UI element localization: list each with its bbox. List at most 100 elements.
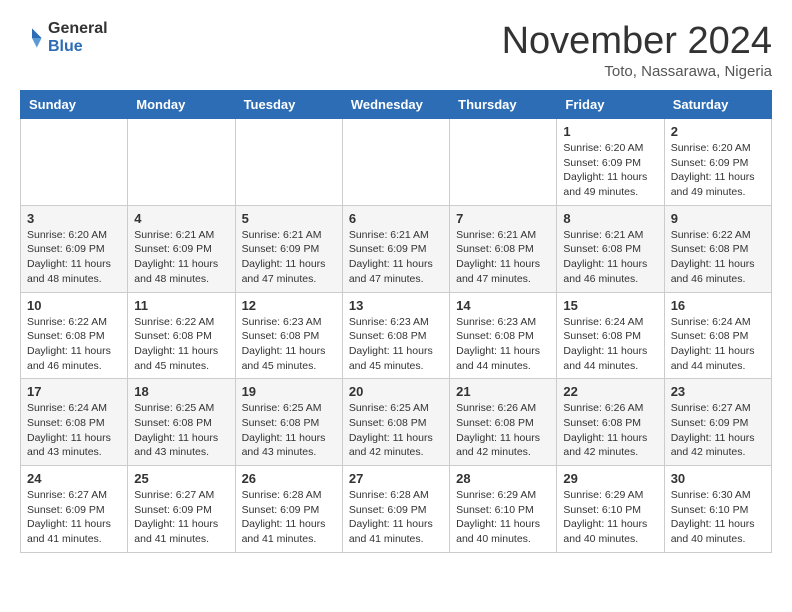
day-number: 30 [671,471,765,486]
day-number: 27 [349,471,443,486]
day-cell: 21Sunrise: 6:26 AM Sunset: 6:08 PM Dayli… [450,379,557,466]
day-cell: 10 Sunrise: 6:22 AM Sunset: 6:08 PM Dayli… [21,292,128,379]
day-cell: 14 Sunrise: 6:23 AM Sunset: 6:08 PM Dayli… [450,292,557,379]
day-number: 10 [27,298,121,313]
day-cell [21,119,128,206]
day-number: 14 [456,298,550,313]
day-info: Sunrise: 6:24 AM Sunset: 6:08 PM Dayligh… [671,315,765,374]
day-cell: 26 Sunrise: 6:28 AM Sunset: 6:09 PM Dayli… [235,466,342,553]
day-info: Sunrise: 6:22 AM Sunset: 6:08 PM Dayligh… [671,228,765,287]
day-cell: 27 Sunrise: 6:28 AM Sunset: 6:09 PM Dayli… [342,466,449,553]
header-row: SundayMondayTuesdayWednesdayThursdayFrid… [21,91,772,119]
day-cell: 22Sunrise: 6:26 AM Sunset: 6:08 PM Dayli… [557,379,664,466]
header-cell-thursday: Thursday [450,91,557,119]
day-info: Sunrise: 6:29 AM Sunset: 6:10 PM Dayligh… [563,488,657,547]
day-info: Sunrise: 6:20 AM Sunset: 6:09 PM Dayligh… [563,141,657,200]
logo-text: General Blue [48,20,108,55]
day-cell: 18Sunrise: 6:25 AM Sunset: 6:08 PM Dayli… [128,379,235,466]
day-info: Sunrise: 6:25 AM Sunset: 6:08 PM Dayligh… [242,401,336,460]
header-cell-wednesday: Wednesday [342,91,449,119]
day-number: 22 [563,384,657,399]
day-cell: 25 Sunrise: 6:27 AM Sunset: 6:09 PM Dayli… [128,466,235,553]
week-row-3: 17 Sunrise: 6:24 AM Sunset: 6:08 PM Dayli… [21,379,772,466]
day-cell: 24Sunrise: 6:27 AM Sunset: 6:09 PM Dayli… [21,466,128,553]
day-info: Sunrise: 6:21 AM Sunset: 6:09 PM Dayligh… [242,228,336,287]
day-info: Sunrise: 6:21 AM Sunset: 6:09 PM Dayligh… [349,228,443,287]
title-section: November 2024 Toto, Nassarawa, Nigeria [502,20,772,80]
day-info: Sunrise: 6:27 AM Sunset: 6:09 PM Dayligh… [27,488,121,547]
day-number: 15 [563,298,657,313]
day-number: 4 [134,211,228,226]
week-row-4: 24Sunrise: 6:27 AM Sunset: 6:09 PM Dayli… [21,466,772,553]
day-info: Sunrise: 6:28 AM Sunset: 6:09 PM Dayligh… [349,488,443,547]
day-cell: 29Sunrise: 6:29 AM Sunset: 6:10 PM Dayli… [557,466,664,553]
day-info: Sunrise: 6:22 AM Sunset: 6:08 PM Dayligh… [27,315,121,374]
logo: General Blue [20,20,108,55]
day-number: 23 [671,384,765,399]
day-number: 13 [349,298,443,313]
day-cell: 4 Sunrise: 6:21 AM Sunset: 6:09 PM Daylig… [128,205,235,292]
day-number: 8 [563,211,657,226]
day-cell [450,119,557,206]
day-number: 16 [671,298,765,313]
day-info: Sunrise: 6:21 AM Sunset: 6:09 PM Dayligh… [134,228,228,287]
calendar-table: SundayMondayTuesdayWednesdayThursdayFrid… [20,90,772,553]
day-info: Sunrise: 6:21 AM Sunset: 6:08 PM Dayligh… [563,228,657,287]
day-cell [342,119,449,206]
calendar-header: SundayMondayTuesdayWednesdayThursdayFrid… [21,91,772,119]
day-cell: 7Sunrise: 6:21 AM Sunset: 6:08 PM Daylig… [450,205,557,292]
day-info: Sunrise: 6:23 AM Sunset: 6:08 PM Dayligh… [456,315,550,374]
day-cell: 15 Sunrise: 6:24 AM Sunset: 6:08 PM Dayli… [557,292,664,379]
day-info: Sunrise: 6:24 AM Sunset: 6:08 PM Dayligh… [563,315,657,374]
month-title: November 2024 [502,20,772,63]
day-number: 26 [242,471,336,486]
day-cell: 20Sunrise: 6:25 AM Sunset: 6:08 PM Dayli… [342,379,449,466]
day-number: 6 [349,211,443,226]
day-number: 9 [671,211,765,226]
day-cell: 3 Sunrise: 6:20 AM Sunset: 6:09 PM Daylig… [21,205,128,292]
day-number: 5 [242,211,336,226]
day-info: Sunrise: 6:24 AM Sunset: 6:08 PM Dayligh… [27,401,121,460]
day-cell: 1 Sunrise: 6:20 AM Sunset: 6:09 PM Daylig… [557,119,664,206]
day-cell: 17 Sunrise: 6:24 AM Sunset: 6:08 PM Dayli… [21,379,128,466]
day-info: Sunrise: 6:30 AM Sunset: 6:10 PM Dayligh… [671,488,765,547]
day-info: Sunrise: 6:28 AM Sunset: 6:09 PM Dayligh… [242,488,336,547]
day-cell: 6 Sunrise: 6:21 AM Sunset: 6:09 PM Daylig… [342,205,449,292]
day-cell: 8 Sunrise: 6:21 AM Sunset: 6:08 PM Daylig… [557,205,664,292]
day-info: Sunrise: 6:20 AM Sunset: 6:09 PM Dayligh… [671,141,765,200]
day-cell [128,119,235,206]
day-info: Sunrise: 6:23 AM Sunset: 6:08 PM Dayligh… [349,315,443,374]
day-info: Sunrise: 6:20 AM Sunset: 6:09 PM Dayligh… [27,228,121,287]
day-number: 25 [134,471,228,486]
header-cell-sunday: Sunday [21,91,128,119]
day-number: 21 [456,384,550,399]
day-number: 11 [134,298,228,313]
header-cell-monday: Monday [128,91,235,119]
day-info: Sunrise: 6:25 AM Sunset: 6:08 PM Dayligh… [349,401,443,460]
location: Toto, Nassarawa, Nigeria [502,63,772,80]
day-cell: 30 Sunrise: 6:30 AM Sunset: 6:10 PM Dayli… [664,466,771,553]
week-row-0: 1 Sunrise: 6:20 AM Sunset: 6:09 PM Daylig… [21,119,772,206]
day-info: Sunrise: 6:21 AM Sunset: 6:08 PM Dayligh… [456,228,550,287]
day-cell: 5 Sunrise: 6:21 AM Sunset: 6:09 PM Daylig… [235,205,342,292]
day-info: Sunrise: 6:27 AM Sunset: 6:09 PM Dayligh… [134,488,228,547]
header-cell-tuesday: Tuesday [235,91,342,119]
day-info: Sunrise: 6:27 AM Sunset: 6:09 PM Dayligh… [671,401,765,460]
day-number: 19 [242,384,336,399]
day-number: 12 [242,298,336,313]
day-cell: 13 Sunrise: 6:23 AM Sunset: 6:08 PM Dayli… [342,292,449,379]
day-cell: 16 Sunrise: 6:24 AM Sunset: 6:08 PM Dayli… [664,292,771,379]
day-number: 18 [134,384,228,399]
week-row-2: 10 Sunrise: 6:22 AM Sunset: 6:08 PM Dayli… [21,292,772,379]
day-cell: 23 Sunrise: 6:27 AM Sunset: 6:09 PM Dayli… [664,379,771,466]
day-cell: 2 Sunrise: 6:20 AM Sunset: 6:09 PM Daylig… [664,119,771,206]
day-cell: 9 Sunrise: 6:22 AM Sunset: 6:08 PM Daylig… [664,205,771,292]
day-number: 3 [27,211,121,226]
calendar-body: 1 Sunrise: 6:20 AM Sunset: 6:09 PM Daylig… [21,119,772,553]
header-cell-saturday: Saturday [664,91,771,119]
day-number: 1 [563,124,657,139]
day-number: 17 [27,384,121,399]
day-cell: 28Sunrise: 6:29 AM Sunset: 6:10 PM Dayli… [450,466,557,553]
day-number: 2 [671,124,765,139]
logo-blue: Blue [48,38,108,56]
